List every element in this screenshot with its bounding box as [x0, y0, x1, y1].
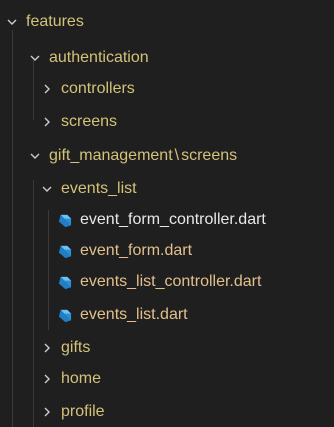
file-explorer-tree: features authentication controllers scre… — [0, 0, 334, 427]
dart-icon — [56, 243, 72, 259]
tree-item-label: events_list — [61, 180, 137, 197]
tree-item-label: controllers — [61, 80, 135, 97]
tree-item-event-form-controller-dart[interactable]: event_form_controller.dart — [0, 205, 334, 235]
tree-item-events-list[interactable]: events_list — [0, 174, 334, 204]
dart-icon — [56, 212, 72, 228]
dart-icon — [56, 307, 72, 323]
tree-item-label: event_form.dart — [80, 242, 193, 259]
chevron-right-icon — [39, 81, 55, 97]
chevron-down-icon — [4, 14, 20, 30]
tree-item-label-tail: screens — [181, 147, 238, 164]
tree-item-label: gift_management — [49, 147, 173, 164]
tree-item-home[interactable]: home — [0, 364, 334, 394]
tree-item-label: authentication — [49, 49, 149, 66]
chevron-right-icon — [39, 404, 55, 420]
tree-item-events-list-dart[interactable]: events_list.dart — [0, 300, 334, 330]
tree-item-controllers[interactable]: controllers — [0, 74, 334, 104]
tree-item-label: screens — [61, 113, 118, 130]
tree-item-screens[interactable]: screens — [0, 107, 334, 137]
tree-item-authentication[interactable]: authentication — [0, 43, 334, 73]
tree-item-label: features — [26, 13, 84, 30]
tree-item-label: profile — [61, 403, 105, 420]
chevron-down-icon — [27, 148, 43, 164]
tree-item-event-form-dart[interactable]: event_form.dart — [0, 236, 334, 266]
chevron-right-icon — [39, 371, 55, 387]
tree-item-label: events_list.dart — [80, 306, 188, 323]
tree-item-label: home — [61, 370, 102, 387]
tree-item-events-list-controller-dart[interactable]: events_list_controller.dart — [0, 267, 334, 297]
tree-item-gifts[interactable]: gifts — [0, 333, 334, 363]
tree-item-gift-management-screens[interactable]: gift_management \ screens — [0, 141, 334, 171]
path-separator: \ — [174, 147, 180, 164]
chevron-right-icon — [39, 340, 55, 356]
chevron-down-icon — [27, 50, 43, 66]
tree-item-label: events_list_controller.dart — [80, 273, 262, 290]
tree-item-features[interactable]: features — [0, 7, 334, 37]
tree-item-profile[interactable]: profile — [0, 397, 334, 427]
tree-item-label: gifts — [61, 339, 91, 356]
chevron-right-icon — [39, 114, 55, 130]
chevron-down-icon — [39, 181, 55, 197]
dart-icon — [56, 274, 72, 290]
tree-item-label: event_form_controller.dart — [80, 211, 266, 228]
